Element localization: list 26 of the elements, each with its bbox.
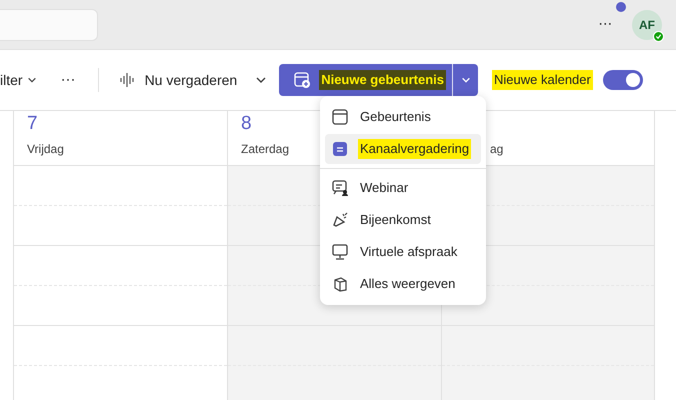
day-number: 8 xyxy=(241,113,252,134)
weekday-label: ag xyxy=(490,142,504,156)
day-number: 7 xyxy=(27,113,38,134)
chat-list-icon xyxy=(331,140,349,158)
search-field[interactable] xyxy=(0,8,98,40)
chevron-down-icon xyxy=(26,75,37,85)
menu-item[interactable]: Webinar xyxy=(325,173,481,203)
monitor-icon xyxy=(331,243,349,261)
toggle-switch[interactable] xyxy=(602,70,643,90)
more-button[interactable]: ··· xyxy=(56,68,80,92)
menu-item[interactable]: Virtuele afspraak xyxy=(325,237,481,267)
menu-item[interactable]: Bijeenkomst xyxy=(325,205,481,235)
avatar-initials: AF xyxy=(639,16,655,34)
meet-now-button[interactable]: Nu vergaderen xyxy=(114,70,242,90)
menu-item[interactable]: Gebeurtenis xyxy=(325,102,481,132)
chevron-down-icon xyxy=(460,75,470,85)
menu-item[interactable]: Alles weergeven xyxy=(325,269,481,299)
weekday-label: Vrijdag xyxy=(27,142,64,156)
menu-item[interactable]: Kanaalvergadering xyxy=(325,134,481,164)
weekday-label: Zaterdag xyxy=(241,142,290,156)
calendar-icon xyxy=(331,108,349,126)
new-calendar-label: Nieuwe kalender xyxy=(492,70,593,90)
presentation-icon xyxy=(331,179,349,197)
calendar-add-icon xyxy=(293,71,312,89)
more-icon[interactable]: ··· xyxy=(598,13,612,36)
filter-menu[interactable]: ilter xyxy=(0,70,37,90)
